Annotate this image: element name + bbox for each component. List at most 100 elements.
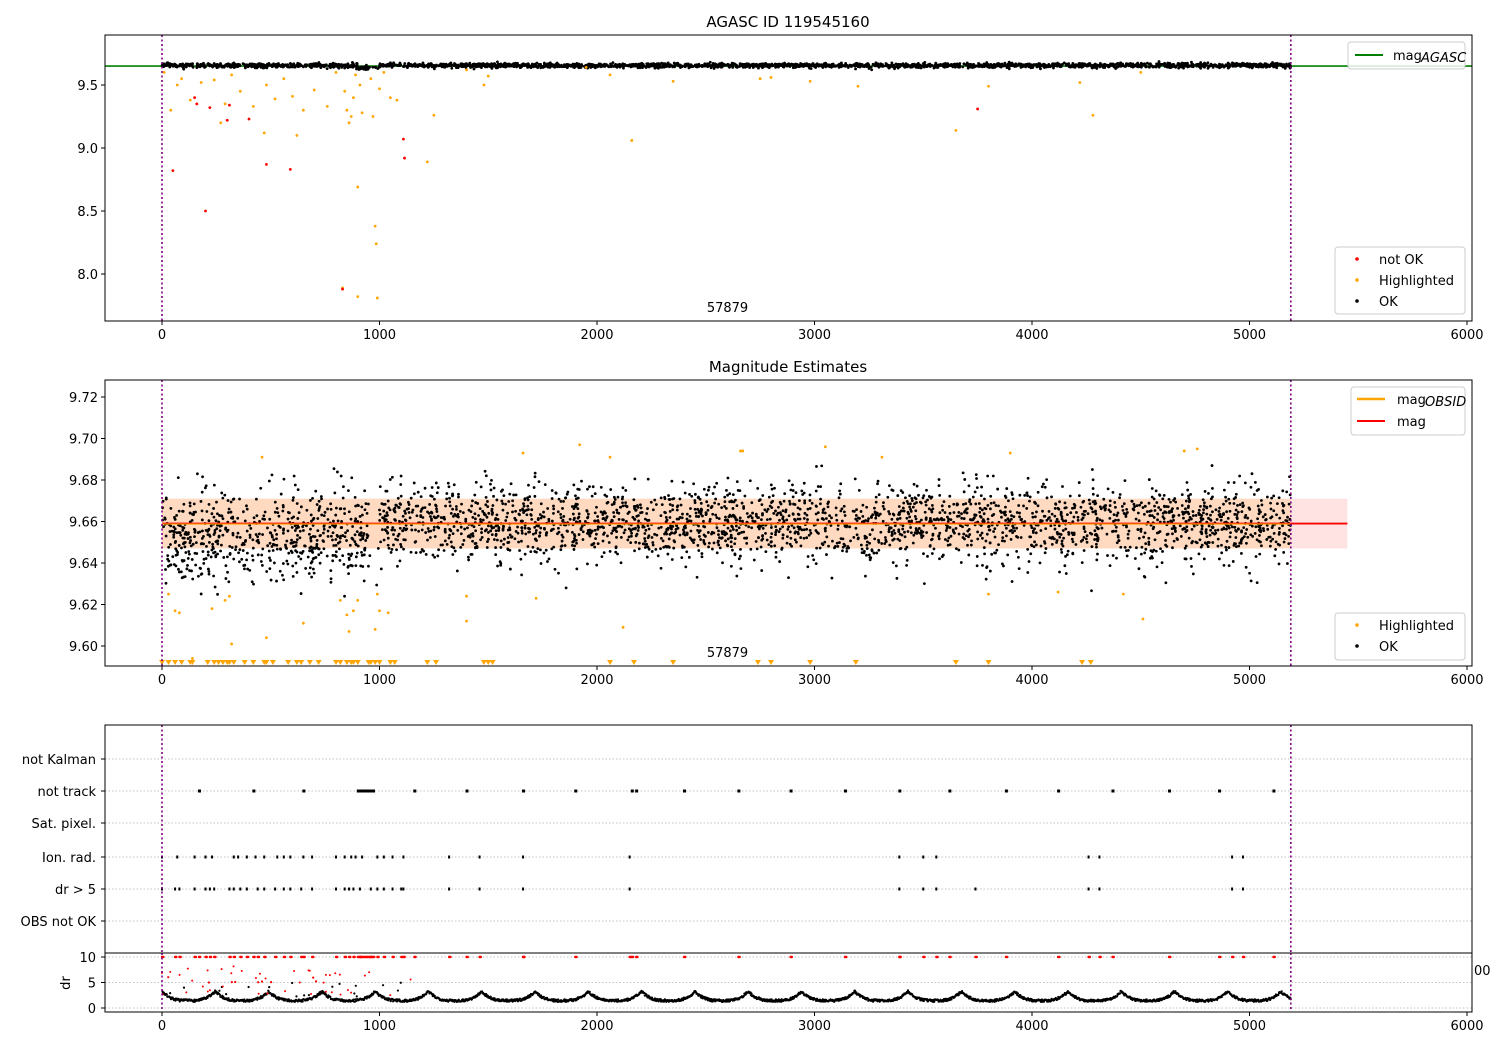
ok-point [347,572,350,576]
ok-point [1133,63,1136,67]
ok-point [774,555,778,559]
ok-point [1018,511,1021,515]
ok-point [579,63,583,66]
ok-point [1053,506,1057,510]
ok-point [443,539,447,543]
ok-point [202,534,205,538]
legend-sub-agasc: AGASC [1420,51,1467,66]
ok-point [375,583,379,587]
ok-point [816,518,820,522]
ok-point [220,543,223,547]
ok-point [575,567,579,571]
ok-point [783,62,787,66]
ok-point [179,63,183,67]
ok-point [639,503,642,507]
ok-point [830,516,833,520]
ok-point [884,536,887,539]
ok-point [667,537,671,541]
ok-point [1050,512,1054,516]
ok-point [787,514,791,518]
ok-point [1282,540,1286,544]
ok-point [386,499,390,503]
ok-point [928,544,932,547]
ok-point [819,502,822,506]
ok-point [429,494,433,498]
ok-point [788,64,792,67]
ok-point [783,492,787,496]
ok-point [1273,554,1277,558]
ok-point [288,62,292,65]
ok-point [910,499,914,502]
ok-point [867,517,870,521]
ok-point [492,64,495,68]
ok-point [1256,504,1260,508]
ok-point [667,498,671,501]
ok-point [471,516,475,519]
ok-point [360,550,363,554]
ok-point [490,478,493,482]
ok-point [952,502,956,506]
ok-point [430,511,434,515]
ok-point [259,486,263,490]
ok-point [619,505,622,509]
legend-label: not OK [1379,253,1424,268]
ok-point [210,512,214,516]
ok-point [657,62,661,65]
ok-point [806,518,809,521]
ok-point [315,542,319,546]
ok-point [1066,549,1070,553]
ok-point [230,546,234,549]
ok-point [252,582,255,586]
ok-point [462,539,466,542]
ok-point [1112,64,1115,68]
highlighted-point [425,160,429,164]
ok-point [1064,527,1068,531]
ok-point [1044,65,1048,69]
ok-point [543,483,547,487]
ok-point [838,492,842,496]
ok-point [447,536,451,540]
ok-point [588,485,591,489]
ok-point [615,508,619,512]
ok-point [196,531,200,534]
ok-point [518,513,521,517]
ok-point [287,551,291,555]
ok-point [702,487,706,491]
legend-marker [1355,278,1359,282]
ok-point [808,493,812,497]
ok-point [509,482,513,486]
highlighted-point [373,224,377,228]
ok-point [326,507,329,511]
ok-point [952,63,956,67]
ok-point [612,515,616,519]
ok-point [789,488,793,492]
ok-point [465,62,468,66]
ok-point [1241,505,1245,509]
ok-point [651,541,655,544]
ok-point [1022,504,1025,508]
ok-point [1260,503,1264,507]
ok-point [823,540,827,544]
ok-point [387,546,391,550]
ok-point [398,526,402,530]
ok-point [550,62,554,66]
x-tick-label: 2000 [580,328,613,343]
ok-point [1227,481,1230,484]
ok-point [1169,500,1172,504]
ok-point [624,519,628,523]
ok-point [489,64,493,67]
ok-point [962,490,966,494]
highlighted-point [199,81,203,84]
ok-point [479,538,483,542]
ok-point [815,530,819,534]
ok-point [581,538,585,541]
ok-point [572,64,576,68]
ok-point [441,64,444,68]
ok-point [1207,516,1210,520]
ok-point [977,61,980,65]
ok-point [224,564,228,568]
ok-point [973,513,977,517]
ok-point [893,65,897,69]
ok-point [856,536,860,540]
ok-point [510,535,514,539]
